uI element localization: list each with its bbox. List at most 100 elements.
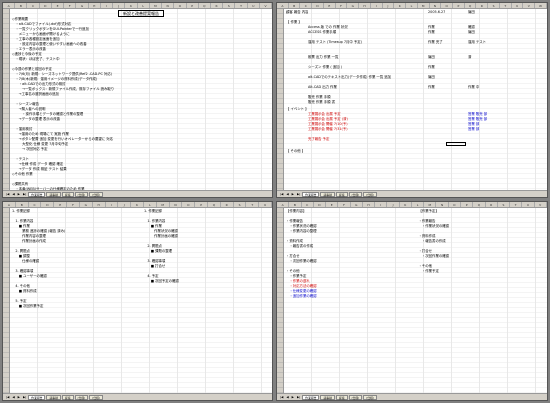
- column-header[interactable]: A: [3, 3, 16, 8]
- column-header[interactable]: M: [157, 202, 170, 207]
- sheet-nav-button[interactable]: ▶|: [296, 192, 301, 196]
- sheet-tab[interactable]: (仕様): [74, 191, 89, 197]
- sheet-nav-button[interactable]: ◀: [285, 395, 289, 399]
- column-header[interactable]: B: [289, 202, 302, 207]
- column-header[interactable]: P: [461, 202, 474, 207]
- column-header[interactable]: D: [41, 202, 55, 207]
- sheet-tab[interactable]: (仕様): [89, 394, 104, 400]
- column-header[interactable]: I: [371, 3, 383, 8]
- column-header[interactable]: G: [347, 3, 360, 8]
- column-header[interactable]: T: [246, 202, 260, 207]
- column-header[interactable]: P: [187, 3, 199, 8]
- column-header[interactable]: A: [277, 3, 289, 8]
- sheet-nav-button[interactable]: |◀: [5, 192, 10, 196]
- sheet-tab[interactable]: 議事録: [46, 394, 61, 400]
- sheet-tab[interactable]: 議事録: [320, 394, 335, 400]
- column-header[interactable]: E: [324, 3, 336, 8]
- column-header[interactable]: M: [418, 3, 430, 8]
- sheet-tab[interactable]: 作業報告: [302, 191, 320, 197]
- column-header[interactable]: T: [510, 202, 523, 207]
- column-header[interactable]: R: [486, 202, 498, 207]
- column-header[interactable]: U: [259, 202, 272, 207]
- column-header[interactable]: D: [314, 202, 327, 207]
- column-header[interactable]: R: [221, 202, 234, 207]
- column-header[interactable]: M: [150, 3, 163, 8]
- column-header[interactable]: A: [277, 202, 290, 207]
- column-header[interactable]: D: [40, 3, 52, 8]
- column-header[interactable]: J: [118, 202, 132, 207]
- column-header[interactable]: N: [430, 3, 442, 8]
- sheet-tab[interactable]: (仕様): [363, 191, 378, 197]
- column-header[interactable]: H: [93, 202, 106, 207]
- column-header[interactable]: S: [488, 3, 500, 8]
- column-header[interactable]: E: [52, 3, 65, 8]
- column-header[interactable]: O: [182, 202, 196, 207]
- sheet-tab[interactable]: (仕様): [89, 191, 104, 197]
- sheet-nav-button[interactable]: ▶|: [22, 395, 27, 399]
- spreadsheet-window-bottom-left[interactable]: ABCDEFGHIJKLMNOPQRSTU 1. 作業記録 1. 作業内容 ■ …: [2, 201, 273, 401]
- column-header[interactable]: Q: [473, 202, 486, 207]
- column-header[interactable]: I: [375, 202, 388, 207]
- sheet-tab[interactable]: 提案: [335, 191, 348, 197]
- column-header[interactable]: F: [338, 202, 351, 207]
- column-header[interactable]: O: [174, 3, 187, 8]
- column-header[interactable]: C: [302, 202, 314, 207]
- column-header[interactable]: I: [101, 3, 114, 8]
- column-header[interactable]: H: [89, 3, 101, 8]
- column-header[interactable]: D: [312, 3, 324, 8]
- column-header[interactable]: R: [476, 3, 489, 8]
- column-header[interactable]: F: [67, 202, 80, 207]
- sheet-nav-button[interactable]: |◀: [279, 192, 284, 196]
- column-header[interactable]: G: [80, 202, 93, 207]
- column-header[interactable]: P: [453, 3, 465, 8]
- column-header[interactable]: U: [512, 3, 524, 8]
- sheet-nav-button[interactable]: |◀: [5, 395, 10, 399]
- selected-cell[interactable]: [446, 142, 466, 146]
- column-header[interactable]: F: [64, 3, 77, 8]
- sheet-tab[interactable]: 提案: [335, 394, 348, 400]
- column-header[interactable]: Q: [199, 3, 211, 8]
- sheet-nav-button[interactable]: |◀: [279, 395, 284, 399]
- sheet-nav-button[interactable]: ◀: [11, 395, 15, 399]
- column-header[interactable]: M: [424, 202, 437, 207]
- column-header[interactable]: L: [144, 202, 157, 207]
- sheet-nav-button[interactable]: ▶|: [22, 192, 27, 196]
- column-header[interactable]: A: [3, 202, 16, 207]
- column-header[interactable]: G: [351, 202, 363, 207]
- sheet-tab[interactable]: 作業報告: [28, 191, 46, 197]
- column-header[interactable]: Q: [208, 202, 221, 207]
- column-header[interactable]: L: [406, 3, 418, 8]
- sheet-nav-button[interactable]: ▶: [17, 395, 21, 399]
- column-header[interactable]: E: [326, 202, 339, 207]
- sheet-tab[interactable]: 作業報告: [28, 394, 46, 400]
- column-header[interactable]: J: [113, 3, 126, 8]
- column-header[interactable]: F: [336, 3, 348, 8]
- column-header[interactable]: K: [125, 3, 138, 8]
- column-header[interactable]: H: [359, 3, 371, 8]
- column-header[interactable]: C: [300, 3, 313, 8]
- column-header[interactable]: V: [535, 202, 547, 207]
- column-header[interactable]: W: [535, 3, 547, 8]
- column-header[interactable]: N: [162, 3, 175, 8]
- column-header[interactable]: O: [441, 3, 454, 8]
- column-header[interactable]: B: [15, 3, 28, 8]
- column-header[interactable]: C: [27, 3, 40, 8]
- column-header[interactable]: K: [131, 202, 144, 207]
- spreadsheet-window-top-left[interactable]: ABCDEFGHIJKLMNOPQRSTUV 新設と改善提案報告 ◇作業概要 ・…: [2, 2, 273, 198]
- column-header[interactable]: J: [383, 3, 395, 8]
- column-header[interactable]: T: [235, 3, 248, 8]
- column-header[interactable]: H: [363, 202, 376, 207]
- column-header[interactable]: N: [436, 202, 449, 207]
- column-header[interactable]: B: [16, 202, 29, 207]
- column-header[interactable]: V: [260, 3, 272, 8]
- column-header[interactable]: U: [248, 3, 260, 8]
- column-header[interactable]: K: [400, 202, 412, 207]
- spreadsheet-window-bottom-right[interactable]: ABCDEFGHIJKLMNOPQRSTUV 【作業内容】 ・作業報告 ・作業状況…: [276, 201, 548, 401]
- column-header[interactable]: J: [387, 202, 400, 207]
- column-header[interactable]: S: [234, 202, 247, 207]
- sheet-nav-button[interactable]: ◀: [11, 192, 15, 196]
- column-header[interactable]: U: [522, 202, 535, 207]
- sheet-tab[interactable]: 作業報告: [302, 394, 320, 400]
- sheet-tab[interactable]: (仕様): [348, 191, 363, 197]
- sheet-nav-button[interactable]: ▶: [291, 192, 295, 196]
